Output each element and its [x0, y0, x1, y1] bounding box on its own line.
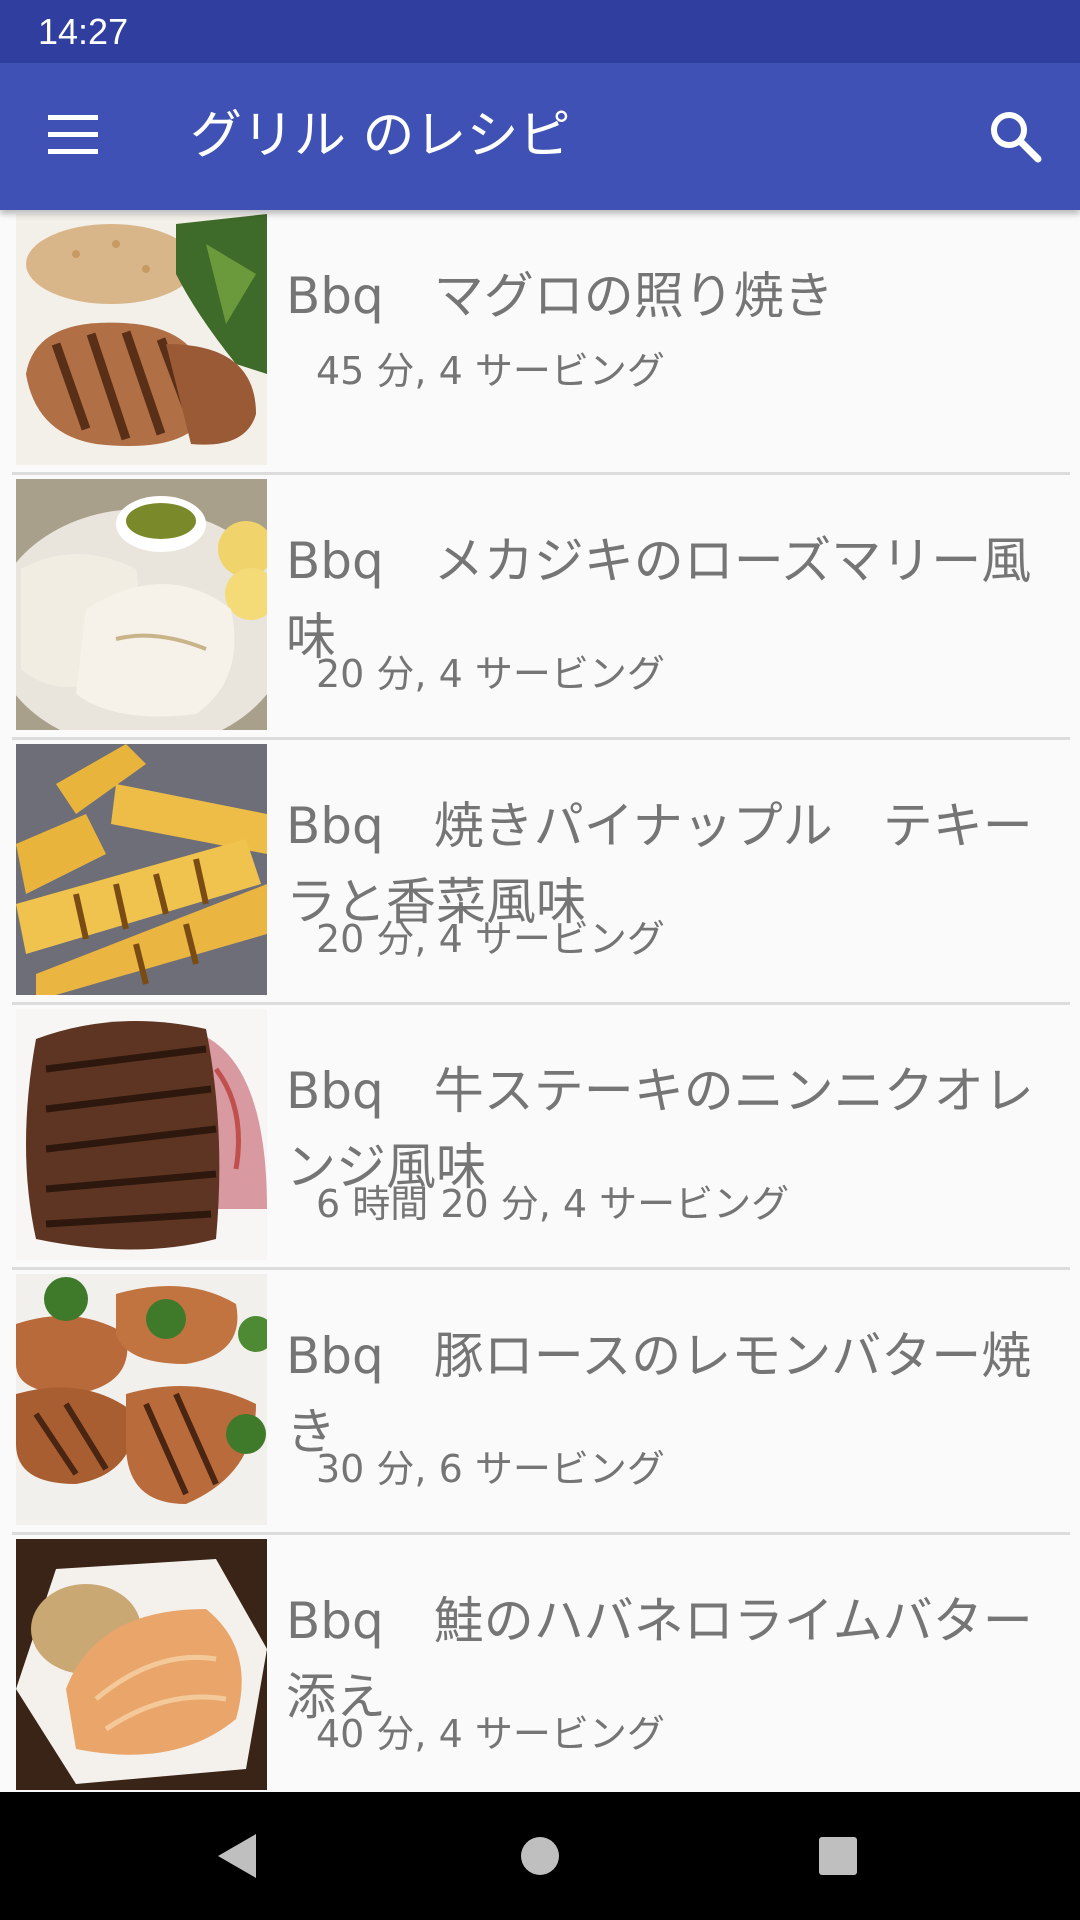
recipe-row[interactable]: Bbq マグロの照り焼き 45 分, 4 サービング [12, 210, 1070, 475]
recipe-row[interactable]: Bbq 牛ステーキのニンニクオレンジ風味 6 時間 20 分, 4 サービング [12, 1005, 1070, 1270]
app-bar: グリル のレシピ [0, 63, 1080, 210]
search-icon[interactable] [984, 105, 1048, 169]
recipe-meta: 40 分, 4 サービング [316, 1712, 665, 1756]
grilled-pineapple-photo [16, 744, 267, 995]
recipe-row[interactable]: Bbq 豚ロースのレモンバター焼き 30 分, 6 サービング [12, 1270, 1070, 1535]
recipe-row[interactable]: Bbq 鮭のハバネロライムバター添え 40 分, 4 サービング [12, 1535, 1070, 1792]
back-triangle-icon[interactable] [202, 1820, 274, 1892]
recipe-list[interactable]: Bbq マグロの照り焼き 45 分, 4 サービング Bbq メカジキのローズマ… [0, 210, 1080, 1792]
recents-square-icon[interactable] [802, 1820, 874, 1892]
status-time: 14:27 [38, 11, 129, 52]
home-circle-icon[interactable] [504, 1820, 576, 1892]
recipe-row[interactable]: Bbq メカジキのローズマリー風味 20 分, 4 サービング [12, 475, 1070, 740]
recipe-meta: 20 分, 4 サービング [316, 917, 665, 961]
beef-steak-photo [16, 1009, 267, 1260]
recipe-row[interactable]: Bbq 焼きパイナップル テキーラと香菜風味 20 分, 4 サービング [12, 740, 1070, 1005]
status-bar: 14:27 [0, 0, 1080, 63]
system-nav-bar [0, 1792, 1080, 1920]
recipe-meta: 6 時間 20 分, 4 サービング [316, 1182, 790, 1226]
salmon-photo [16, 1539, 267, 1790]
hamburger-menu-icon[interactable] [38, 107, 108, 167]
recipe-meta: 45 分, 4 サービング [316, 349, 665, 393]
recipe-meta: 30 分, 6 サービング [316, 1447, 665, 1491]
grilled-pork-photo [16, 1274, 267, 1525]
grilled-tuna-photo [16, 214, 267, 465]
recipe-title: Bbq マグロの照り焼き [286, 267, 834, 325]
page-title: グリル のレシピ [190, 106, 571, 166]
recipe-meta: 20 分, 4 サービング [316, 652, 665, 696]
grilled-swordfish-photo [16, 479, 267, 730]
